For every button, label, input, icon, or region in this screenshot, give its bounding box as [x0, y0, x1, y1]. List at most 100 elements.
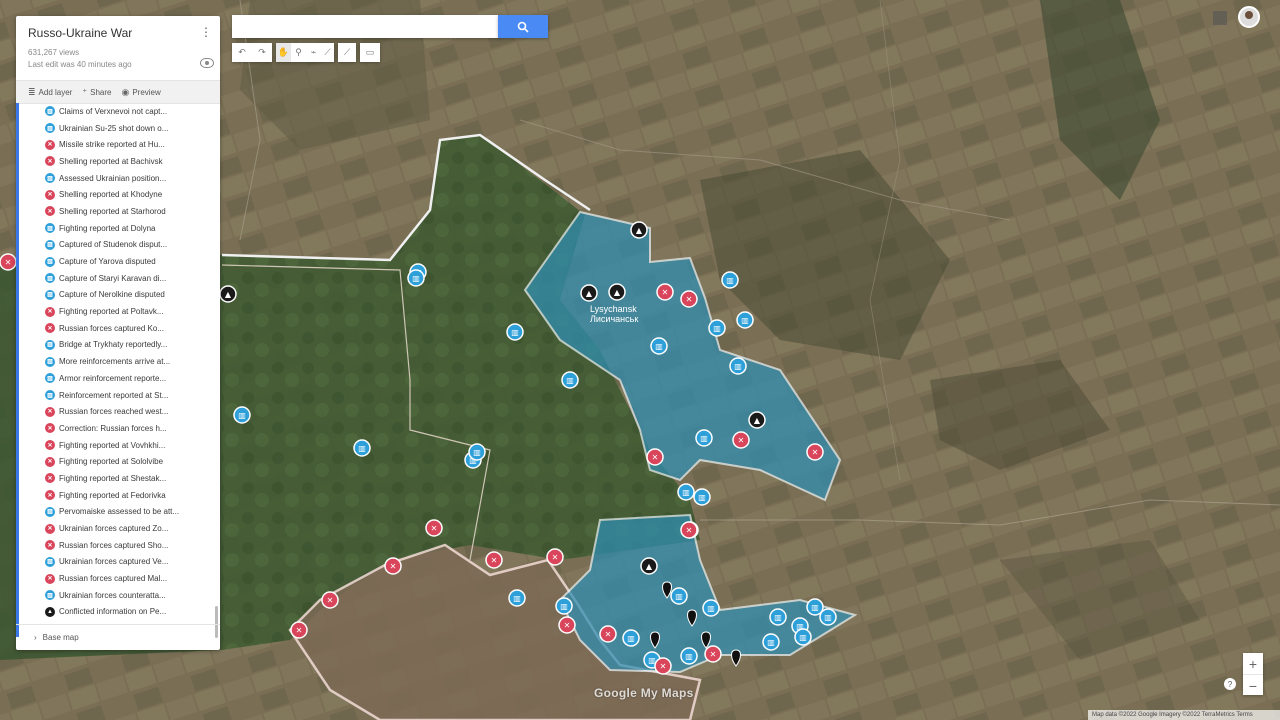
apps-grid-icon[interactable]	[1213, 11, 1227, 25]
layer-item[interactable]: ✕ Fighting reported at Shestak...	[16, 470, 220, 487]
layer-item-label: Capture of Nerolkine disputed	[59, 290, 165, 300]
layer-item-label: Ukrainian forces captured Zo...	[59, 524, 169, 534]
layer-item-label: Russian forces captured Mal...	[59, 574, 168, 584]
undo-icon[interactable]: ↶	[232, 43, 252, 62]
marker-glyph-icon: ▥	[741, 316, 749, 325]
layer-item-label: Russian forces captured Sho...	[59, 540, 169, 550]
military-unit-icon: ▥	[45, 173, 55, 184]
map-attribution[interactable]: Map data ©2022 Google Imagery ©2022 Terr…	[1088, 710, 1280, 720]
layer-item[interactable]: ▥ Ukrainian Su-25 shot down o...	[16, 120, 220, 137]
layer-item[interactable]: ✕ Russian forces captured Ko...	[16, 320, 220, 337]
map-title[interactable]: Russo-Ukraine War	[28, 26, 208, 40]
marker-glyph-icon: ✕	[552, 553, 559, 562]
marker-glyph-icon: ▥	[627, 634, 635, 643]
layer-item[interactable]: ▥ Ukrainian forces counteratta...	[16, 587, 220, 604]
directions-icon[interactable]: ⟋	[321, 43, 334, 62]
explosion-marker-icon: ✕	[45, 139, 55, 150]
layer-item[interactable]: ✕ Correction: Russian forces h...	[16, 420, 220, 437]
marker-glyph-icon: ✕	[491, 556, 498, 565]
layer-item[interactable]: ✕ Russian forces reached west...	[16, 403, 220, 420]
base-map-label: Base map	[42, 633, 79, 642]
more-vert-icon[interactable]: ⋮	[200, 25, 212, 39]
layer-item[interactable]: ▥ Ukrainian forces captured Ve...	[16, 554, 220, 571]
layer-item[interactable]: ✕ Fighting reported at Vovhkhi...	[16, 437, 220, 454]
layer-item[interactable]: ▥ Capture of Nerolkine disputed	[16, 287, 220, 304]
add-layer-button[interactable]: ≣ Add layer	[28, 87, 72, 98]
layer-item[interactable]: ▥ Captured of Studenok disput...	[16, 237, 220, 254]
layer-item[interactable]: ▥ Capture of Staryi Karavan di...	[16, 270, 220, 287]
layer-item[interactable]: ✕ Fighting reported at Sololvibe	[16, 453, 220, 470]
layer-item[interactable]: ▥ Pervomaiske assessed to be att...	[16, 504, 220, 521]
layer-item[interactable]: ▥ Armor reinforcement reporte...	[16, 370, 220, 387]
marker-glyph-icon: ▥	[473, 448, 481, 457]
layer-item[interactable]: ✕ Shelling reported at Bachivsk	[16, 153, 220, 170]
layer-item[interactable]: ▥ Capture of Yarova disputed	[16, 253, 220, 270]
layer-item[interactable]: ▥ More reinforcements arrive at...	[16, 353, 220, 370]
google-logo: Google My Maps	[594, 686, 694, 700]
preview-label: Preview	[132, 87, 161, 97]
share-button[interactable]: ⁺ Share	[82, 87, 111, 98]
route-icon[interactable]: ⟋	[338, 43, 356, 62]
marker-glyph-icon: ✕	[662, 288, 669, 297]
layer-item-label: Reinforcement reported at St...	[59, 390, 169, 400]
layer-item-label: Shelling reported at Khodyne	[59, 190, 163, 200]
layer-item[interactable]: ✕ Shelling reported at Khodyne	[16, 186, 220, 203]
marker-glyph-icon: ✕	[710, 650, 717, 659]
layer-item-label: Fighting reported at Poltavk...	[59, 307, 164, 317]
base-map-toggle[interactable]: › Base map	[16, 624, 220, 650]
layer-item[interactable]: ▥ Fighting reported at Dolyna	[16, 220, 220, 237]
layer-item-label: Fighting reported at Sololvibe	[59, 457, 164, 467]
military-unit-icon: ▥	[45, 390, 55, 401]
layer-item-label: Fighting reported at Fedorivka	[59, 490, 166, 500]
layer-item[interactable]: ✕ Russian forces captured Sho...	[16, 537, 220, 554]
add-layer-label: Add layer	[38, 87, 73, 97]
layer-item[interactable]: ✕ Fighting reported at Poltavk...	[16, 303, 220, 320]
city-label: Lysychansk	[590, 304, 637, 314]
layer-item[interactable]: ✕ Missile strike reported at Hu...	[16, 136, 220, 153]
layer-item[interactable]: ✕ Ukrainian forces captured Zo...	[16, 520, 220, 537]
layer-item[interactable]: ▥ Reinforcement reported at St...	[16, 387, 220, 404]
military-unit-icon: ▥	[45, 256, 55, 267]
redo-icon[interactable]: ↷	[252, 43, 272, 62]
layer-item[interactable]: ▥ Claims of Verxnevoi not capt...	[16, 103, 220, 120]
undo-redo-group: ↶ ↷	[232, 43, 272, 62]
ruler-icon[interactable]: ▭	[360, 43, 380, 62]
layer-item-label: Correction: Russian forces h...	[59, 423, 167, 433]
marker-glyph-icon: ✕	[564, 621, 571, 630]
layer-item[interactable]: ▥ Bridge at Trykhaty reportedly...	[16, 337, 220, 354]
layer-item[interactable]: ✕ Fighting reported at Fedorivka	[16, 487, 220, 504]
line-icon[interactable]: ⌁	[306, 43, 321, 62]
layer-item[interactable]: ✕ Russian forces captured Mal...	[16, 570, 220, 587]
marker-glyph-icon: ▥	[824, 613, 832, 622]
help-button[interactable]: ?	[1224, 678, 1236, 690]
marker-glyph-icon: ✕	[327, 596, 334, 605]
search-button[interactable]	[498, 15, 548, 38]
layer-item[interactable]: ✕ Shelling reported at Starhorod	[16, 203, 220, 220]
marker-glyph-icon: ▲	[614, 288, 621, 297]
user-avatar-icon[interactable]	[1238, 6, 1260, 28]
marker-glyph-icon: ✕	[605, 630, 612, 639]
view-count: 631,267 views	[28, 48, 80, 57]
zoom-out-button[interactable]: −	[1243, 674, 1263, 696]
hand-icon[interactable]: ✋	[276, 43, 291, 62]
marker-glyph-icon: ▥	[238, 411, 246, 420]
marker-glyph-icon: ▥	[726, 276, 734, 285]
layer-item-label: Captured of Studenok disput...	[59, 240, 168, 250]
marker-glyph-icon: ▥	[566, 376, 574, 385]
zoom-controls: + −	[1243, 653, 1263, 695]
military-unit-icon: ▥	[45, 106, 55, 117]
eye-icon[interactable]	[200, 58, 214, 68]
layer-item-label: Russian forces reached west...	[59, 407, 169, 417]
explosion-marker-icon: ✕	[45, 206, 55, 217]
explosion-marker-icon: ✕	[45, 473, 55, 484]
marker-glyph-icon: ▲	[586, 289, 593, 298]
preview-button[interactable]: ◉ Preview	[121, 87, 160, 98]
marker-glyph-icon: ▥	[811, 603, 819, 612]
layer-item[interactable]: ▥ Assessed Ukrainian position...	[16, 170, 220, 187]
layer-item[interactable]: ▲ Conflicted information on Pe...	[16, 604, 220, 621]
marker-icon[interactable]: ⚲	[291, 43, 306, 62]
search-input[interactable]	[232, 15, 500, 38]
marker-glyph-icon: ▥	[511, 328, 519, 337]
marker-glyph-icon: ▲	[225, 290, 232, 299]
zoom-in-button[interactable]: +	[1243, 653, 1263, 674]
